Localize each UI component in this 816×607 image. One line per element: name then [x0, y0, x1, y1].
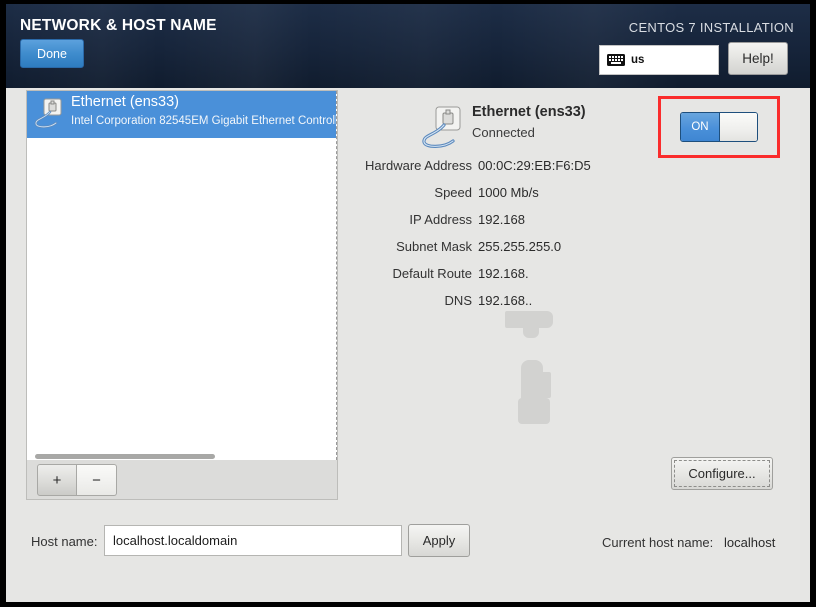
- detail-row: Subnet Mask 255.255.255.0: [346, 239, 646, 261]
- detail-label: Subnet Mask: [396, 239, 472, 254]
- redaction-overlay: [518, 398, 550, 424]
- redaction-overlay: [535, 372, 551, 398]
- installer-screen: NETWORK & HOST NAME Done CENTOS 7 INSTAL…: [6, 4, 810, 602]
- keyboard-icon: [607, 54, 625, 66]
- current-hostname-label: Current host name:: [602, 535, 714, 550]
- help-button[interactable]: Help!: [728, 42, 788, 75]
- redaction-overlay: [523, 326, 539, 338]
- detail-value: 192.168.: [478, 266, 529, 281]
- device-list-panel: Ethernet (ens33) Intel Corporation 82545…: [26, 90, 338, 500]
- detail-row: Default Route 192.168.: [346, 266, 646, 288]
- hostname-input[interactable]: [104, 525, 402, 556]
- detail-row: DNS 192.168..: [346, 293, 646, 315]
- detail-label: IP Address: [409, 212, 472, 227]
- detail-value: 192.168: [478, 212, 525, 227]
- keyboard-layout-label: us: [631, 54, 645, 66]
- done-button[interactable]: Done: [20, 39, 84, 68]
- add-device-button[interactable]: +: [37, 464, 77, 496]
- device-title: Ethernet (ens33): [472, 104, 586, 120]
- detail-label: Hardware Address: [365, 158, 472, 173]
- network-power-toggle[interactable]: ON: [680, 112, 758, 142]
- detail-label: DNS: [444, 293, 472, 308]
- hostname-label: Host name:: [31, 534, 98, 549]
- main-content: Ethernet (ens33) Intel Corporation 82545…: [6, 88, 810, 602]
- toggle-knob[interactable]: [718, 113, 757, 141]
- device-list[interactable]: Ethernet (ens33) Intel Corporation 82545…: [27, 91, 337, 460]
- list-item-name: Ethernet (ens33): [71, 94, 180, 110]
- header-bar: NETWORK & HOST NAME Done CENTOS 7 INSTAL…: [6, 4, 810, 88]
- page-title: NETWORK & HOST NAME: [20, 17, 217, 34]
- detail-value: 192.168..: [478, 293, 533, 308]
- remove-device-button[interactable]: −: [77, 464, 117, 496]
- focus-ring: [674, 460, 770, 487]
- detail-label: Speed: [434, 185, 472, 200]
- configure-button[interactable]: Configure...: [671, 457, 773, 490]
- device-details-panel: Ethernet (ens33) Connected Hardware Addr…: [346, 88, 646, 358]
- ethernet-icon: [33, 97, 67, 131]
- installation-title: CENTOS 7 INSTALLATION: [628, 20, 794, 35]
- current-hostname-value: localhost: [724, 535, 776, 550]
- detail-value: 255.255.255.0: [478, 239, 562, 254]
- device-status: Connected: [472, 125, 535, 140]
- list-item-description: Intel Corporation 82545EM Gigabit Ethern…: [71, 115, 336, 127]
- detail-row: IP Address 192.168: [346, 212, 646, 234]
- list-horizontal-scrollbar[interactable]: [27, 453, 336, 460]
- device-list-toolbar: + −: [27, 461, 337, 499]
- ethernet-icon: [420, 104, 468, 152]
- scrollbar-thumb[interactable]: [35, 454, 215, 459]
- list-item[interactable]: Ethernet (ens33) Intel Corporation 82545…: [27, 91, 336, 138]
- apply-button[interactable]: Apply: [408, 524, 470, 557]
- detail-label: Default Route: [392, 266, 473, 281]
- toggle-state-label: ON: [681, 113, 719, 141]
- detail-value: 1000 Mb/s: [478, 185, 539, 200]
- keyboard-layout-indicator[interactable]: us: [599, 45, 719, 75]
- detail-row: Speed 1000 Mb/s: [346, 185, 646, 207]
- detail-row: Hardware Address 00:0C:29:EB:F6:D5: [346, 158, 646, 180]
- detail-value: 00:0C:29:EB:F6:D5: [478, 158, 591, 173]
